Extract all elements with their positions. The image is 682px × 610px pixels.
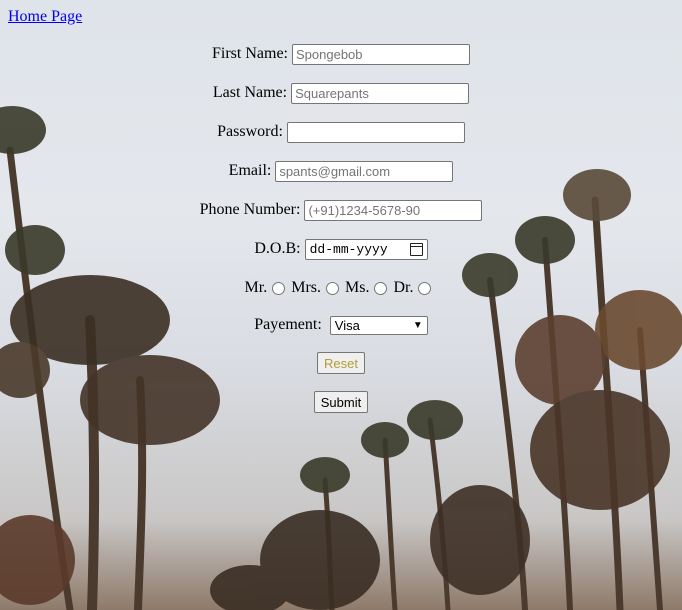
email-input[interactable]	[275, 160, 454, 182]
phone-row: Phone Number:	[0, 199, 682, 221]
payment-selected-value: Visa	[334, 317, 360, 333]
radio-ms[interactable]	[374, 281, 388, 295]
radio-label-mrs: Mrs.	[291, 279, 321, 296]
email-row: Email:	[0, 160, 682, 182]
dob-label: D.O.B:	[254, 240, 301, 257]
radio-label-mr: Mr.	[244, 279, 268, 296]
dob-date-input[interactable]: dd-mm-yyyy	[304, 238, 428, 260]
payment-label: Payement:	[254, 316, 322, 333]
payment-select[interactable]: Visa ▼	[329, 315, 428, 335]
email-label: Email:	[228, 162, 272, 179]
home-page-link[interactable]: Home Page	[8, 8, 82, 26]
password-label: Password:	[217, 123, 283, 140]
calendar-icon[interactable]	[409, 242, 423, 256]
radio-label-ms: Ms.	[345, 279, 370, 296]
last-name-label: Last Name:	[212, 84, 288, 101]
password-input[interactable]	[286, 121, 465, 143]
chevron-down-icon: ▼	[412, 319, 423, 331]
last-name-input[interactable]	[291, 82, 470, 104]
reset-row: Reset	[0, 352, 682, 374]
radio-dr[interactable]	[418, 281, 432, 295]
last-name-row: Last Name:	[0, 82, 682, 104]
first-name-input[interactable]	[292, 43, 470, 65]
reset-button[interactable]: Reset	[317, 352, 365, 374]
registration-page: Home Page First Name: Last Name: Passwor…	[0, 0, 682, 610]
radio-mrs[interactable]	[326, 281, 339, 295]
first-name-label: First Name:	[212, 45, 288, 62]
radio-item-ms: Ms.	[345, 279, 388, 297]
submit-button[interactable]: Submit	[313, 391, 369, 413]
title-radio-row: Mr. Mrs. Ms. Dr.	[0, 277, 682, 299]
radio-item-mrs: Mrs.	[291, 279, 339, 297]
radio-item-dr: Dr.	[393, 279, 432, 297]
title-radio-group: Mr. Mrs. Ms. Dr.	[245, 279, 438, 297]
radio-item-mr: Mr.	[245, 279, 286, 297]
radio-mr[interactable]	[272, 281, 286, 295]
submit-row: Submit	[0, 391, 682, 413]
radio-label-dr: Dr.	[393, 279, 414, 296]
dob-row: D.O.B: dd-mm-yyyy	[0, 238, 682, 260]
dob-placeholder: dd-mm-yyyy	[309, 241, 388, 257]
phone-input[interactable]	[304, 199, 483, 221]
password-row: Password:	[0, 121, 682, 143]
payment-row: Payement: Visa ▼	[0, 314, 682, 336]
first-name-row: First Name:	[0, 43, 682, 65]
phone-label: Phone Number:	[199, 201, 301, 218]
